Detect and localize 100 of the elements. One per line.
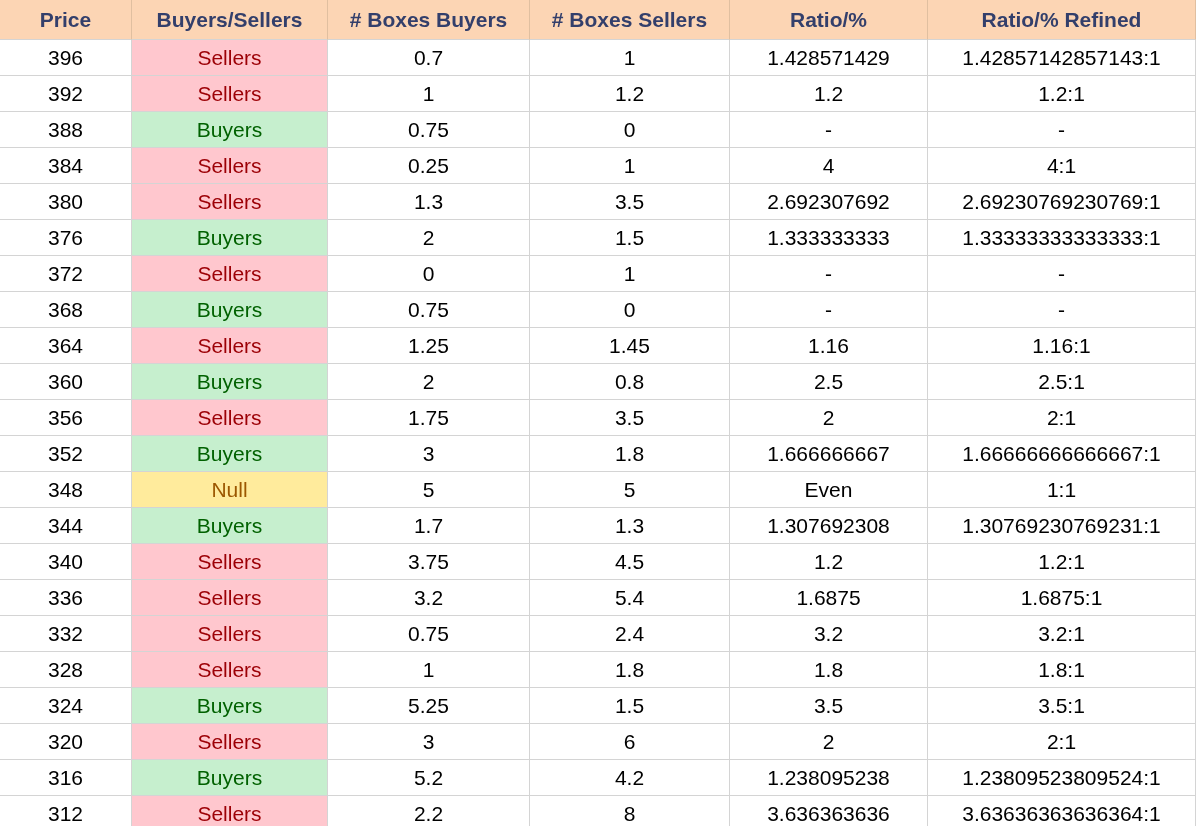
side-cell: Buyers [132, 292, 328, 328]
column-header: # Boxes Buyers [328, 0, 530, 40]
table-cell: 5 [328, 472, 530, 508]
table-cell: 336 [0, 580, 132, 616]
table-cell: 2.692307692 [730, 184, 928, 220]
side-cell: Sellers [132, 400, 328, 436]
table-cell: 1.3 [530, 508, 730, 544]
side-cell: Sellers [132, 76, 328, 112]
table-cell: 1.2:1 [928, 544, 1196, 580]
side-cell: Sellers [132, 328, 328, 364]
table-cell: 1 [530, 40, 730, 76]
table-cell: 3 [328, 724, 530, 760]
table-cell: 5.4 [530, 580, 730, 616]
side-cell: Sellers [132, 256, 328, 292]
table-cell: 0 [530, 112, 730, 148]
side-cell: Buyers [132, 364, 328, 400]
table-cell: - [928, 112, 1196, 148]
table-cell: 3.2 [730, 616, 928, 652]
table-cell: 5 [530, 472, 730, 508]
table-cell: 0.75 [328, 616, 530, 652]
table-cell: 324 [0, 688, 132, 724]
table-cell: 1.428571429 [730, 40, 928, 76]
table-cell: 2 [730, 400, 928, 436]
side-cell: Sellers [132, 580, 328, 616]
table-cell: 316 [0, 760, 132, 796]
table-cell: 4:1 [928, 148, 1196, 184]
table-cell: 0.8 [530, 364, 730, 400]
table-cell: 1.6875 [730, 580, 928, 616]
table-cell: 320 [0, 724, 132, 760]
table-cell: 368 [0, 292, 132, 328]
column-header: Buyers/Sellers [132, 0, 328, 40]
table-cell: 3.5 [730, 688, 928, 724]
table-cell: 1.6875:1 [928, 580, 1196, 616]
side-cell: Sellers [132, 40, 328, 76]
table-cell: 2.5:1 [928, 364, 1196, 400]
table-cell: 1.25 [328, 328, 530, 364]
table-cell: 352 [0, 436, 132, 472]
table-cell: 392 [0, 76, 132, 112]
table-cell: 2:1 [928, 724, 1196, 760]
column-header: Price [0, 0, 132, 40]
table-cell: 1.8:1 [928, 652, 1196, 688]
table-cell: 1.16:1 [928, 328, 1196, 364]
table-cell: 372 [0, 256, 132, 292]
side-cell: Sellers [132, 544, 328, 580]
table-cell: 1.23809523809524:1 [928, 760, 1196, 796]
table-cell: 1 [328, 652, 530, 688]
table-cell: 380 [0, 184, 132, 220]
table-cell: 6 [530, 724, 730, 760]
table-cell: 2 [730, 724, 928, 760]
table-cell: 2.69230769230769:1 [928, 184, 1196, 220]
table-cell: 0.7 [328, 40, 530, 76]
side-cell: Buyers [132, 508, 328, 544]
table-cell: 1.33333333333333:1 [928, 220, 1196, 256]
table-cell: 3.5:1 [928, 688, 1196, 724]
table-cell: 0.75 [328, 112, 530, 148]
table-cell: 332 [0, 616, 132, 652]
column-header: # Boxes Sellers [530, 0, 730, 40]
table-cell: 5.25 [328, 688, 530, 724]
table-cell: 4.2 [530, 760, 730, 796]
table-cell: 1.333333333 [730, 220, 928, 256]
side-cell: Buyers [132, 760, 328, 796]
table-cell: 1.30769230769231:1 [928, 508, 1196, 544]
side-cell: Buyers [132, 436, 328, 472]
table-cell: 5.2 [328, 760, 530, 796]
table-cell: 0 [530, 292, 730, 328]
table-cell: 1.3 [328, 184, 530, 220]
table-cell: 0 [328, 256, 530, 292]
table-cell: 0.25 [328, 148, 530, 184]
side-cell: Null [132, 472, 328, 508]
table-cell: 3.5 [530, 400, 730, 436]
column-header: Ratio/% Refined [928, 0, 1196, 40]
table-cell: 1.7 [328, 508, 530, 544]
table-cell: 1.666666667 [730, 436, 928, 472]
table-cell: 356 [0, 400, 132, 436]
side-cell: Buyers [132, 688, 328, 724]
table-cell: 1.66666666666667:1 [928, 436, 1196, 472]
table-cell: 348 [0, 472, 132, 508]
table-cell: 1.8 [530, 436, 730, 472]
table-cell: 2 [328, 220, 530, 256]
table-cell: 364 [0, 328, 132, 364]
table-cell: 1.16 [730, 328, 928, 364]
table-cell: 3.75 [328, 544, 530, 580]
table-cell: 3.5 [530, 184, 730, 220]
table-cell: 2:1 [928, 400, 1196, 436]
table-cell: - [928, 292, 1196, 328]
table-cell: - [730, 292, 928, 328]
table-cell: 344 [0, 508, 132, 544]
table-cell: - [928, 256, 1196, 292]
table-cell: 2 [328, 364, 530, 400]
table-cell: 3.2:1 [928, 616, 1196, 652]
table-cell: 328 [0, 652, 132, 688]
side-cell: Sellers [132, 616, 328, 652]
table-cell: 1.2 [730, 76, 928, 112]
side-cell: Buyers [132, 220, 328, 256]
table-cell: 3.2 [328, 580, 530, 616]
table-cell: - [730, 256, 928, 292]
side-cell: Buyers [132, 112, 328, 148]
table-cell: 1.42857142857143:1 [928, 40, 1196, 76]
side-cell: Sellers [132, 724, 328, 760]
table-cell: 376 [0, 220, 132, 256]
